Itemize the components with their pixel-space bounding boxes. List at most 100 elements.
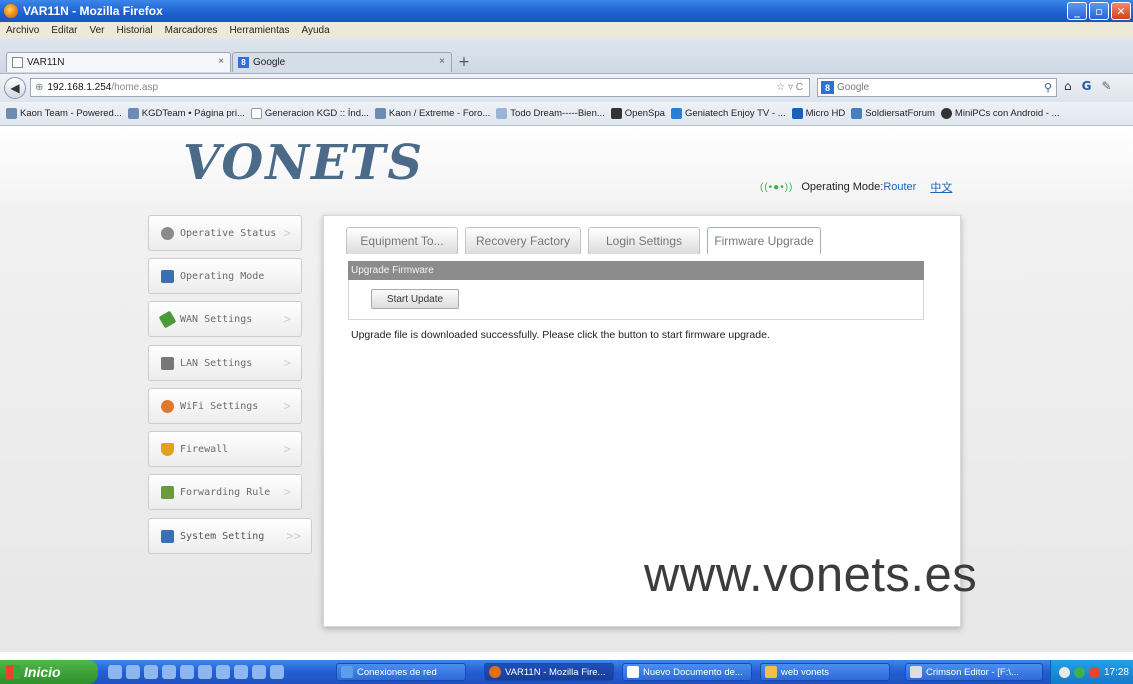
folder-icon [765,666,777,678]
menu-editar[interactable]: Editar [51,25,77,36]
sidebar-item-label: System Setting [180,530,265,542]
browser-tab-var11n[interactable]: VAR11N × [6,52,231,72]
gmail-icon[interactable]: G [1082,79,1092,93]
sidebar-item-operative-status[interactable]: Operative Status > [148,215,302,251]
quick-launch-icon[interactable] [270,665,284,679]
quick-launch-icon[interactable] [162,665,176,679]
quick-launch-icon[interactable] [108,665,122,679]
bookmark-icon [374,108,386,119]
sidebar-item-label: Forwarding Rule [180,486,271,498]
start-button[interactable]: Inicio [0,660,98,684]
sidebar-item-operating-mode[interactable]: Operating Mode [148,258,302,294]
network-icon [161,356,174,370]
tray-icon[interactable] [1058,666,1070,678]
close-tab-icon[interactable]: × [439,56,445,67]
menu-historial[interactable]: Historial [117,25,153,36]
sidebar-item-forwarding-rule[interactable]: Forwarding Rule > [148,474,302,510]
bookmark-icon [791,108,803,119]
new-tab-button[interactable]: + [454,53,474,71]
search-icon[interactable]: ⚲ [1044,81,1052,94]
bookmark-icon [250,108,262,119]
search-bar[interactable]: 8 Google ⚲ [817,78,1057,97]
chevron-right-icon: > [283,312,291,326]
maximize-button[interactable]: ▫ [1089,2,1109,20]
sidebar-item-wan-settings[interactable]: WAN Settings > [148,301,302,337]
taskbar-item-network[interactable]: Conexiones de red [336,663,466,681]
menu-ayuda[interactable]: Ayuda [301,25,329,36]
back-button[interactable]: ◀ [4,77,26,99]
bookmark-item[interactable]: Todo Dream-----Bien... [496,108,605,119]
clock[interactable]: 17:28 [1104,667,1129,678]
quick-launch-icon[interactable] [126,665,140,679]
menu-ver[interactable]: Ver [89,25,104,36]
bookmark-item[interactable]: Kaon / Extreme - Foro... [374,108,490,119]
taskbar-item-firefox[interactable]: VAR11N - Mozilla Fire... [484,663,614,681]
bookmark-item[interactable]: Kaon Team - Powered... [6,108,122,119]
quick-launch-icon[interactable] [144,665,158,679]
addon-icon[interactable]: ✎ [1101,79,1111,93]
start-update-button[interactable]: Start Update [371,289,459,309]
menu-bar: Archivo Editar Ver Historial Marcadores … [0,22,1133,38]
status-row: ((•●•)) Operating Mode: Router 中文 [760,179,952,195]
navigation-bar: ◀ ⊕ 192.168.1.254/home.asp ☆ ▿ C 8 Googl… [0,74,1133,102]
bookmark-star-icon[interactable]: ☆ ▿ C [776,82,803,93]
bookmark-item[interactable]: SoldiersatForum [851,108,935,119]
sidebar-item-system-setting[interactable]: System Setting >> [148,518,312,554]
windows-logo-icon [6,665,20,679]
tab-login-settings[interactable]: Login Settings [588,227,700,254]
sidebar-item-lan-settings[interactable]: LAN Settings > [148,345,302,381]
taskbar-item-document[interactable]: Nuevo Documento de... [622,663,752,681]
sidebar-item-label: LAN Settings [180,357,253,369]
sidebar-item-label: WAN Settings [180,313,253,325]
firefox-icon [489,666,501,678]
browser-tab-google[interactable]: 8 Google × [232,52,452,72]
quick-launch-icon[interactable] [180,665,194,679]
watermark-text: www.vonets.es [644,548,978,602]
quick-launch-icon[interactable] [234,665,248,679]
tab-recovery-factory[interactable]: Recovery Factory [465,227,581,254]
chevron-right-icon: >> [286,529,301,543]
bookmark-item[interactable]: KGDTeam • Página pri... [127,108,245,119]
bookmark-icon [496,108,508,119]
bookmark-item[interactable]: MiniPCs con Android - ... [940,108,1059,119]
sidebar-item-firewall[interactable]: Firewall > [148,431,302,467]
chevron-right-icon: > [283,485,291,499]
home-icon[interactable]: ⌂ [1064,79,1072,93]
bookmark-item[interactable]: Geniatech Enjoy TV - ... [670,108,786,119]
tab-firmware-upgrade[interactable]: Firmware Upgrade [707,227,821,254]
menu-archivo[interactable]: Archivo [6,25,39,36]
windows-taskbar: Inicio Conexiones de red VAR11N - Mozill… [0,660,1133,684]
tray-icon[interactable] [1073,666,1085,678]
sidebar-item-label: Operative Status [180,227,277,239]
tools-icon [161,529,174,543]
address-bar[interactable]: ⊕ 192.168.1.254/home.asp ☆ ▿ C [30,78,810,97]
site-identity-icon[interactable]: ⊕ [35,82,43,93]
sidebar-item-label: Operating Mode [180,270,265,282]
chevron-right-icon: > [283,399,291,413]
chevron-right-icon: > [283,442,291,456]
bookmark-item[interactable]: OpenSpa [610,108,665,119]
shield-icon [161,442,174,456]
taskbar-item-folder[interactable]: web vonets [760,663,890,681]
google-icon: 8 [238,57,249,68]
plug-icon [158,310,177,328]
menu-marcadores[interactable]: Marcadores [165,25,218,36]
vonets-logo: VONETS [183,135,425,191]
tab-equipment[interactable]: Equipment To... [346,227,458,254]
taskbar-item-crimson-editor[interactable]: Crimson Editor - [F:\... [905,663,1043,681]
bookmark-item[interactable]: Micro HD [791,108,845,119]
minimize-button[interactable]: _ [1067,2,1087,20]
tray-icon[interactable] [1088,666,1100,678]
bookmark-item[interactable]: Generacion KGD :: Índ... [250,108,369,119]
menu-herramientas[interactable]: Herramientas [229,25,289,36]
document-icon [627,666,639,678]
language-link[interactable]: 中文 [930,179,952,195]
sidebar-item-wifi-settings[interactable]: WiFi Settings > [148,388,302,424]
quick-launch-icon[interactable] [216,665,230,679]
close-tab-icon[interactable]: × [218,56,224,67]
quick-launch-icon[interactable] [252,665,266,679]
close-window-button[interactable]: ✕ [1111,2,1131,20]
quick-launch [108,665,284,679]
quick-launch-icon[interactable] [198,665,212,679]
bookmark-icon [670,108,682,119]
